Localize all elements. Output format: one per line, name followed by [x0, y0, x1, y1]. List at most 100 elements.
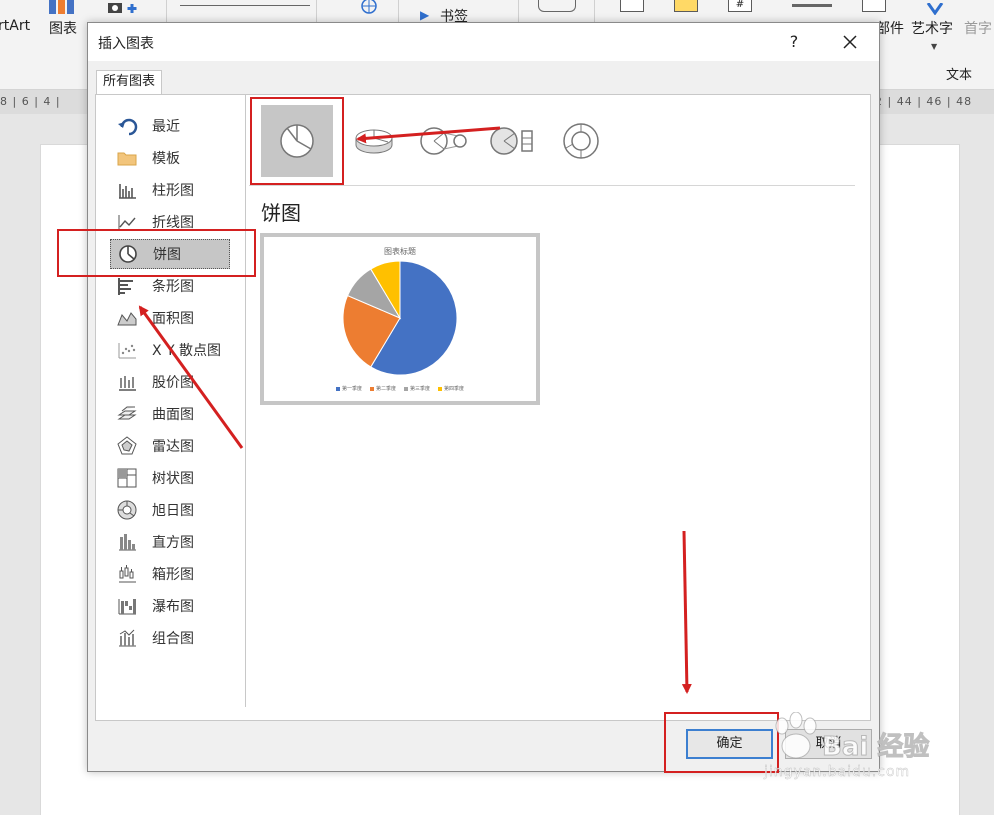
tab-row: 所有图表	[88, 61, 879, 95]
legend-entry: 第三季度	[404, 385, 430, 392]
get-addins-button[interactable]	[180, 0, 310, 6]
chart-ribbon-icon	[49, 0, 77, 14]
chart-type-boxwhisker[interactable]: 箱形图	[110, 559, 230, 589]
ruler-right-ticks: 2 | 44 | 46 | 48	[875, 95, 973, 108]
quickparts-icon[interactable]	[674, 0, 698, 12]
column-chart-icon	[116, 179, 138, 201]
legend-swatch	[404, 386, 408, 391]
chevron-down-icon[interactable]: ▼	[931, 42, 937, 51]
chart-type-label: 最近	[152, 119, 180, 135]
subtype-pie-of-pie[interactable]	[408, 105, 480, 177]
chart-type-folder[interactable]: 模板	[110, 143, 230, 173]
legend-entry: 第二季度	[369, 385, 396, 392]
recent-icon	[116, 115, 138, 137]
chart-type-list: 最近 模板 柱形图 折线图 饼图 条形图 面积图 X Y 散点图 股价图 曲面图 雷达图 树状图 旭日图…	[96, 95, 246, 707]
chart-type-treemap[interactable]: 树状图	[110, 463, 230, 493]
dialog-content: 最近 模板 柱形图 折线图 饼图 条形图 面积图 X Y 散点图 股价图 曲面图 雷达图 树状图 旭日图…	[95, 94, 871, 721]
chart-type-label: 箱形图	[152, 567, 194, 583]
chart-type-label: 瀑布图	[152, 599, 194, 615]
chart-type-label: 曲面图	[152, 407, 194, 423]
dialog-titlebar: 插入图表 ?	[88, 23, 879, 61]
chart-type-label: 树状图	[152, 471, 194, 487]
chart-type-label: 雷达图	[152, 439, 194, 455]
chart-type-radar[interactable]: 雷达图	[110, 431, 230, 461]
subtype-3d-pie[interactable]	[338, 105, 410, 177]
comment-icon[interactable]	[538, 0, 576, 12]
chart-type-waterfall[interactable]: 瀑布图	[110, 591, 230, 621]
chart-type-heading: 饼图	[261, 201, 301, 225]
stock-chart-icon	[116, 371, 138, 393]
close-button[interactable]	[836, 29, 864, 55]
chart-type-stock[interactable]: 股价图	[110, 367, 230, 397]
area-chart-icon	[116, 307, 138, 329]
folder-icon	[116, 147, 138, 169]
close-icon	[843, 35, 857, 49]
watermark-url: jingyan.baidu.com	[764, 764, 911, 780]
baidu-watermark: Bai 经验 jingyan.baidu.com	[760, 708, 960, 788]
help-button[interactable]: ?	[782, 29, 806, 55]
online-video-icon[interactable]	[344, 0, 380, 16]
chart-type-label: 旭日图	[152, 503, 194, 519]
bar-chart-icon	[116, 275, 138, 297]
insert-chart-dialog: 插入图表 ? 所有图表 最近 模板 柱形图 折线图 饼图 条形图 面积图 X Y 散点图 股价图…	[87, 22, 880, 772]
legend-entry: 第一季度	[335, 385, 362, 392]
tab-all-charts[interactable]: 所有图表	[96, 70, 163, 94]
legend-label: 第一季度	[341, 386, 362, 392]
legend-entry: 第四季度	[438, 385, 464, 392]
surface-chart-icon	[116, 403, 138, 425]
radar-chart-icon	[116, 435, 138, 457]
chart-type-label: 模板	[152, 151, 180, 167]
legend-swatch	[438, 386, 443, 391]
page-number-icon[interactable]: #	[728, 0, 752, 12]
textbox-icon[interactable]	[620, 0, 644, 12]
paw-logo-icon	[775, 712, 817, 759]
doughnut-icon	[563, 123, 599, 159]
screenshot-icon[interactable]	[106, 0, 144, 14]
legend-label: 第二季度	[375, 386, 396, 392]
watermark-brand: Bai 经验	[821, 732, 930, 763]
highlight-pie-subtype	[250, 97, 344, 185]
parts-icon[interactable]	[862, 0, 886, 12]
chart-type-label: 直方图	[152, 535, 194, 551]
sunburst-chart-icon	[116, 499, 138, 521]
parts-button[interactable]: 部件	[876, 18, 904, 38]
chart-type-combo[interactable]: 组合图	[110, 623, 230, 653]
chart-button[interactable]: 图表	[49, 18, 77, 38]
dropcap-button[interactable]: 首字	[964, 18, 992, 38]
preview-pie	[342, 260, 458, 376]
chart-type-label: 股价图	[152, 375, 194, 391]
chart-type-label: 条形图	[152, 279, 194, 295]
wordart-button[interactable]: 艺术字	[911, 18, 953, 38]
boxwhisker-chart-icon	[116, 563, 138, 585]
smartart-button[interactable]: rtArt	[0, 18, 30, 34]
waterfall-chart-icon	[116, 595, 138, 617]
histogram-chart-icon	[116, 531, 138, 553]
preview-legend: 第一季度 第二季度 第三季度 第四季度	[264, 385, 536, 392]
wordart-icon[interactable]	[926, 0, 944, 16]
ruler-left-ticks: 8 | 6 | 4 |	[0, 95, 61, 108]
legend-label: 第四季度	[444, 386, 465, 392]
chart-options-pane: 饼图 图表标题 第一季度 第二季度 第三季度 第四季度	[247, 95, 871, 720]
text-group-label: 文本	[946, 68, 973, 83]
subtype-doughnut[interactable]	[545, 105, 617, 177]
bar-of-pie-icon	[490, 127, 533, 155]
subtype-divider	[249, 185, 855, 186]
3d-pie-icon	[355, 129, 393, 154]
chart-type-column[interactable]: 柱形图	[110, 175, 230, 205]
chart-type-label: 柱形图	[152, 183, 194, 199]
header-icon[interactable]	[792, 4, 832, 7]
chart-type-scatter[interactable]: X Y 散点图	[110, 335, 230, 365]
bookmark-icon: ▶	[420, 8, 430, 22]
chart-preview[interactable]: 图表标题 第一季度 第二季度 第三季度 第四季度	[260, 233, 540, 405]
chart-type-recent[interactable]: 最近	[110, 111, 230, 141]
legend-swatch	[335, 386, 340, 391]
chart-type-histogram[interactable]: 直方图	[110, 527, 230, 557]
scatter-chart-icon	[116, 339, 138, 361]
chart-type-surface[interactable]: 曲面图	[110, 399, 230, 429]
chart-type-area[interactable]: 面积图	[110, 303, 230, 333]
pie-of-pie-icon	[420, 127, 467, 155]
combo-chart-icon	[116, 627, 138, 649]
chart-type-sunburst[interactable]: 旭日图	[110, 495, 230, 525]
dialog-title: 插入图表	[98, 36, 154, 52]
subtype-bar-of-pie[interactable]	[478, 105, 550, 177]
